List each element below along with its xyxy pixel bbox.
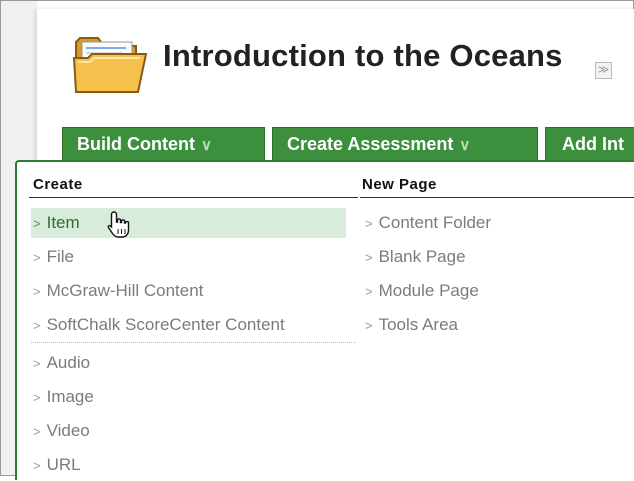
menu-item-tools-area[interactable]: > Tools Area bbox=[365, 310, 458, 340]
chevron-right-icon: > bbox=[365, 216, 373, 231]
menu-group-divider bbox=[31, 342, 356, 343]
menu-item-mcgraw-hill-content[interactable]: > McGraw-Hill Content bbox=[31, 276, 346, 306]
hand-pointer-cursor-icon bbox=[107, 211, 130, 238]
chevron-right-icon: > bbox=[33, 356, 41, 371]
chevron-right-icon: > bbox=[33, 390, 41, 405]
menu-item-label: Item bbox=[46, 213, 80, 232]
menu-item-label: Image bbox=[46, 387, 94, 406]
page-title: Introduction to the Oceans bbox=[163, 38, 563, 73]
menu-item-video[interactable]: > Video bbox=[31, 416, 346, 446]
double-chevron-down-icon: ∨ bbox=[459, 137, 471, 154]
menu-item-label: Content Folder bbox=[378, 213, 492, 232]
new-page-heading-divider bbox=[360, 197, 634, 198]
menu-item-label: File bbox=[46, 247, 74, 266]
chevron-right-icon: > bbox=[33, 458, 41, 473]
menu-item-label: Tools Area bbox=[378, 315, 458, 334]
menu-item-content-folder[interactable]: > Content Folder bbox=[365, 208, 491, 238]
menu-item-audio[interactable]: > Audio bbox=[31, 348, 346, 378]
build-content-label: Build Content bbox=[77, 134, 195, 154]
menu-item-image[interactable]: > Image bbox=[31, 382, 346, 412]
create-heading-divider bbox=[29, 197, 358, 198]
menu-item-label: URL bbox=[46, 455, 81, 474]
menu-item-item[interactable]: > Item bbox=[31, 208, 346, 238]
build-content-button[interactable]: Build Content ∨ bbox=[62, 127, 265, 161]
chevron-right-icon: > bbox=[365, 318, 373, 333]
chevron-right-icon: > bbox=[33, 424, 41, 439]
chevron-right-icon: > bbox=[33, 318, 41, 333]
add-interactive-tool-button[interactable]: Add Int bbox=[545, 127, 634, 161]
menu-item-module-page[interactable]: > Module Page bbox=[365, 276, 479, 306]
menu-item-blank-page[interactable]: > Blank Page bbox=[365, 242, 466, 272]
menu-item-label: Video bbox=[46, 421, 90, 440]
menu-item-file[interactable]: > File bbox=[31, 242, 346, 272]
create-heading: Create bbox=[33, 176, 83, 193]
chevron-right-icon: > bbox=[365, 250, 373, 265]
create-assessment-button[interactable]: Create Assessment ∨ bbox=[272, 127, 538, 161]
build-content-dropdown: Create New Page > Item > File > McGraw-Hill… bbox=[15, 160, 634, 480]
create-assessment-label: Create Assessment bbox=[287, 134, 454, 154]
menu-item-label: McGraw-Hill Content bbox=[46, 281, 204, 300]
title-options-button[interactable]: ≫ bbox=[595, 62, 612, 79]
folder-icon bbox=[72, 37, 148, 93]
new-page-heading: New Page bbox=[362, 176, 437, 193]
menu-item-softchalk-scorecenter-content[interactable]: > SoftChalk ScoreCenter Content bbox=[31, 310, 346, 340]
menu-item-label: SoftChalk ScoreCenter Content bbox=[46, 315, 285, 334]
menu-item-label: Audio bbox=[46, 353, 91, 372]
chevron-right-icon: > bbox=[33, 216, 41, 231]
menu-item-label: Blank Page bbox=[378, 247, 466, 266]
chevron-right-icon: > bbox=[33, 284, 41, 299]
add-interactive-label: Add Int bbox=[562, 134, 624, 154]
chevron-right-icon: > bbox=[365, 284, 373, 299]
menu-item-label: Module Page bbox=[378, 281, 479, 300]
chevron-right-icon: > bbox=[33, 250, 41, 265]
double-chevron-down-icon: ∨ bbox=[200, 137, 212, 154]
double-chevron-down-icon: ≫ bbox=[597, 64, 610, 76]
